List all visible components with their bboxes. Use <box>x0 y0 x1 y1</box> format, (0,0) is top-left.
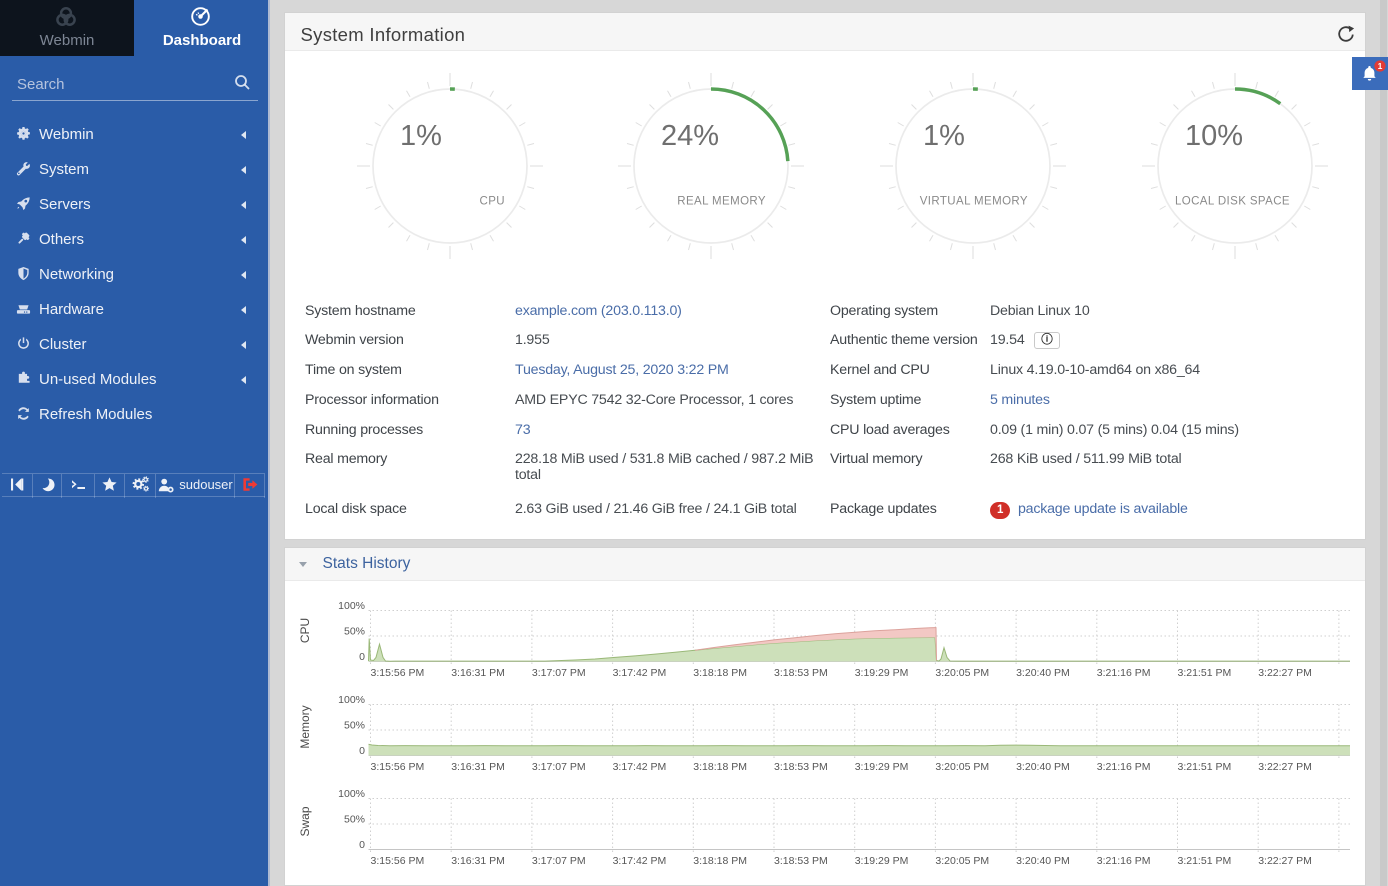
svg-text:3:21:51 PM: 3:21:51 PM <box>1178 761 1232 773</box>
svg-text:3:15:56 PM: 3:15:56 PM <box>371 761 425 773</box>
svg-text:3:20:40 PM: 3:20:40 PM <box>1016 667 1070 679</box>
svg-text:50%: 50% <box>344 626 365 638</box>
svg-text:100%: 100% <box>338 694 365 706</box>
svg-text:3:18:18 PM: 3:18:18 PM <box>693 761 747 773</box>
svg-text:0: 0 <box>359 745 365 757</box>
svg-text:3:20:40 PM: 3:20:40 PM <box>1016 855 1070 867</box>
svg-text:Memory: Memory <box>298 705 312 748</box>
svg-text:Swap: Swap <box>298 806 312 836</box>
svg-text:50%: 50% <box>344 814 365 826</box>
svg-text:3:17:07 PM: 3:17:07 PM <box>532 667 586 679</box>
svg-text:3:20:40 PM: 3:20:40 PM <box>1016 761 1070 773</box>
svg-text:3:20:05 PM: 3:20:05 PM <box>935 667 989 679</box>
svg-text:3:21:16 PM: 3:21:16 PM <box>1097 667 1151 679</box>
svg-text:3:19:29 PM: 3:19:29 PM <box>855 855 909 867</box>
svg-text:3:22:27 PM: 3:22:27 PM <box>1258 855 1312 867</box>
svg-text:3:20:05 PM: 3:20:05 PM <box>935 855 989 867</box>
svg-text:3:18:18 PM: 3:18:18 PM <box>693 855 747 867</box>
svg-text:3:16:31 PM: 3:16:31 PM <box>451 761 505 773</box>
svg-text:3:21:51 PM: 3:21:51 PM <box>1178 667 1232 679</box>
svg-text:3:20:05 PM: 3:20:05 PM <box>935 761 989 773</box>
svg-text:3:17:07 PM: 3:17:07 PM <box>532 761 586 773</box>
svg-text:3:21:16 PM: 3:21:16 PM <box>1097 855 1151 867</box>
svg-text:3:21:51 PM: 3:21:51 PM <box>1178 855 1232 867</box>
svg-text:1: 1 <box>1378 61 1383 71</box>
svg-text:3:17:07 PM: 3:17:07 PM <box>532 855 586 867</box>
svg-text:3:18:53 PM: 3:18:53 PM <box>774 761 828 773</box>
svg-text:3:17:42 PM: 3:17:42 PM <box>613 855 667 867</box>
svg-text:100%: 100% <box>338 600 365 612</box>
svg-text:100%: 100% <box>338 788 365 800</box>
svg-text:3:18:18 PM: 3:18:18 PM <box>693 667 747 679</box>
svg-text:0: 0 <box>359 651 365 663</box>
svg-text:3:22:27 PM: 3:22:27 PM <box>1258 667 1312 679</box>
svg-text:3:17:42 PM: 3:17:42 PM <box>613 761 667 773</box>
svg-text:0: 0 <box>359 839 365 851</box>
svg-text:3:16:31 PM: 3:16:31 PM <box>451 855 505 867</box>
svg-text:3:17:42 PM: 3:17:42 PM <box>613 667 667 679</box>
svg-text:3:15:56 PM: 3:15:56 PM <box>371 855 425 867</box>
svg-text:3:19:29 PM: 3:19:29 PM <box>855 667 909 679</box>
svg-text:3:15:56 PM: 3:15:56 PM <box>371 667 425 679</box>
svg-text:3:18:53 PM: 3:18:53 PM <box>774 855 828 867</box>
svg-text:3:22:27 PM: 3:22:27 PM <box>1258 761 1312 773</box>
svg-text:3:16:31 PM: 3:16:31 PM <box>451 667 505 679</box>
svg-text:CPU: CPU <box>298 618 312 643</box>
svg-text:3:21:16 PM: 3:21:16 PM <box>1097 761 1151 773</box>
svg-text:3:19:29 PM: 3:19:29 PM <box>855 761 909 773</box>
svg-text:50%: 50% <box>344 720 365 732</box>
svg-text:3:18:53 PM: 3:18:53 PM <box>774 667 828 679</box>
